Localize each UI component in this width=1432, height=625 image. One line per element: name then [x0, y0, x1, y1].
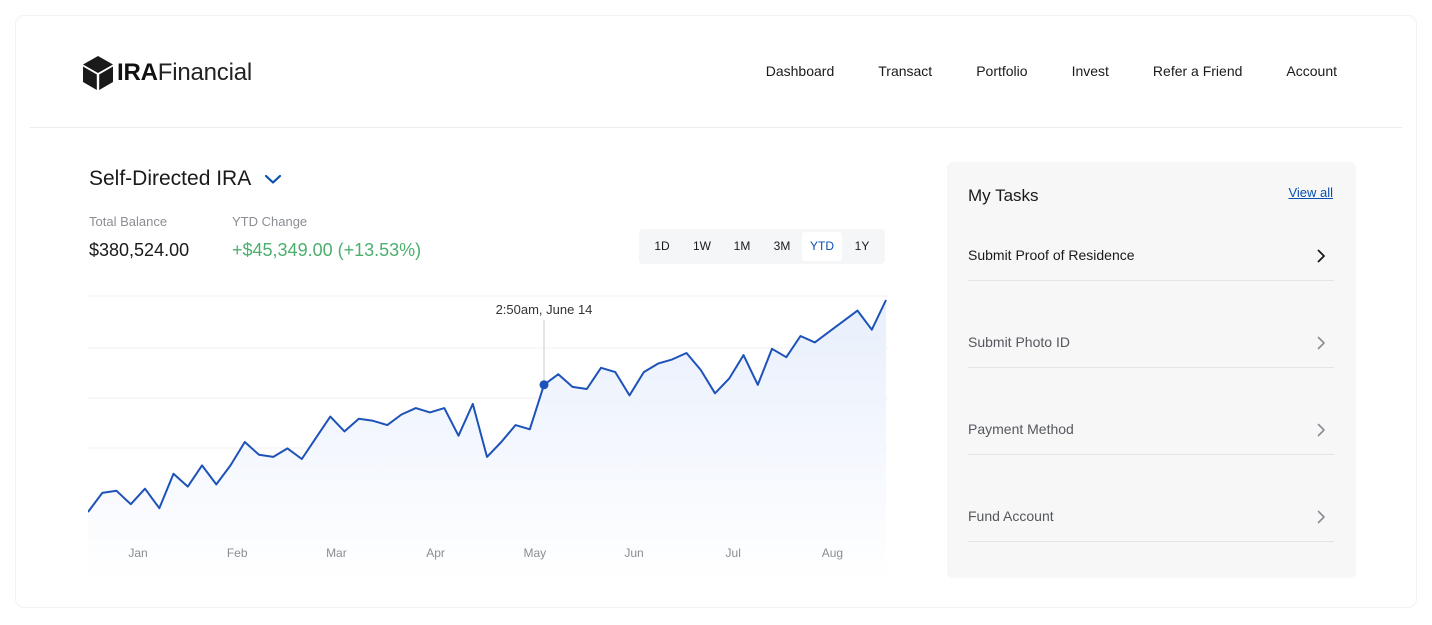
- header-divider: [30, 127, 1402, 128]
- chevron-down-icon: [264, 173, 282, 185]
- task-submit-photo-id[interactable]: Submit Photo ID: [968, 281, 1334, 368]
- nav-refer-a-friend[interactable]: Refer a Friend: [1153, 63, 1242, 79]
- nav-invest[interactable]: Invest: [1072, 63, 1109, 79]
- task-label: Payment Method: [968, 421, 1074, 437]
- chart-area: [88, 300, 886, 582]
- chart-x-tick-label: Mar: [326, 546, 347, 560]
- range-1y[interactable]: 1Y: [842, 232, 882, 261]
- chart-x-tick-label: Jul: [726, 546, 741, 560]
- chart-x-tick-label: Feb: [227, 546, 248, 560]
- range-1m[interactable]: 1M: [722, 232, 762, 261]
- chevron-right-icon: [1317, 336, 1325, 350]
- chart-x-tick-label: Jun: [624, 546, 643, 560]
- total-balance: Total Balance $380,524.00: [89, 214, 189, 261]
- balance-chart-svg[interactable]: 2:50am, June 14 Jan Feb Mar Apr May Jun Jul Aug: [88, 290, 888, 582]
- ytd-change-value: +$45,349.00 (+13.53%): [232, 240, 422, 260]
- account-selector[interactable]: Self-Directed IRA: [89, 167, 282, 191]
- account-title: Self-Directed IRA: [89, 167, 252, 190]
- task-submit-proof-of-residence[interactable]: Submit Proof of Residence: [968, 194, 1334, 281]
- task-fund-account[interactable]: Fund Account: [968, 455, 1334, 542]
- range-1d[interactable]: 1D: [642, 232, 682, 261]
- task-label: Submit Proof of Residence: [968, 247, 1135, 263]
- chart-x-tick-label: Apr: [426, 546, 445, 560]
- chevron-right-icon: [1317, 423, 1325, 437]
- chart-x-tick-label: Aug: [822, 546, 843, 560]
- nav-account[interactable]: Account: [1286, 63, 1337, 79]
- task-label: Submit Photo ID: [968, 334, 1070, 350]
- cube-logo-icon: [83, 56, 113, 90]
- task-label: Fund Account: [968, 508, 1054, 524]
- chevron-right-icon: [1317, 510, 1325, 524]
- total-balance-value: $380,524.00: [89, 240, 190, 260]
- brand-logo[interactable]: IRAFinancial: [82, 55, 252, 91]
- range-3m[interactable]: 3M: [762, 232, 802, 261]
- nav-portfolio[interactable]: Portfolio: [976, 63, 1027, 79]
- balance-chart[interactable]: 2:50am, June 14 Jan Feb Mar Apr May Jun Jul Aug: [88, 290, 888, 582]
- chart-x-tick-label: May: [523, 546, 546, 560]
- chart-x-tick-label: Jan: [128, 546, 147, 560]
- main-nav: Dashboard Transact Portfolio Invest Refe…: [766, 63, 1337, 79]
- ytd-change-label: YTD Change: [232, 214, 308, 229]
- brand-name: IRAFinancial: [117, 59, 252, 86]
- range-ytd[interactable]: YTD: [802, 232, 842, 261]
- range-1w[interactable]: 1W: [682, 232, 722, 261]
- nav-dashboard[interactable]: Dashboard: [766, 63, 835, 79]
- chart-tooltip-point: [539, 380, 549, 390]
- chart-tooltip-label: 2:50am, June 14: [496, 302, 593, 317]
- nav-transact[interactable]: Transact: [878, 63, 932, 79]
- chevron-right-icon: [1317, 249, 1325, 263]
- ytd-change: YTD Change +$45,349.00 (+13.53%): [232, 214, 421, 261]
- task-payment-method[interactable]: Payment Method: [968, 368, 1334, 455]
- total-balance-label: Total Balance: [89, 214, 168, 229]
- my-tasks-panel: My Tasks View all Submit Proof of Reside…: [947, 162, 1356, 578]
- time-range-selector: 1D 1W 1M 3M YTD 1Y: [639, 229, 885, 264]
